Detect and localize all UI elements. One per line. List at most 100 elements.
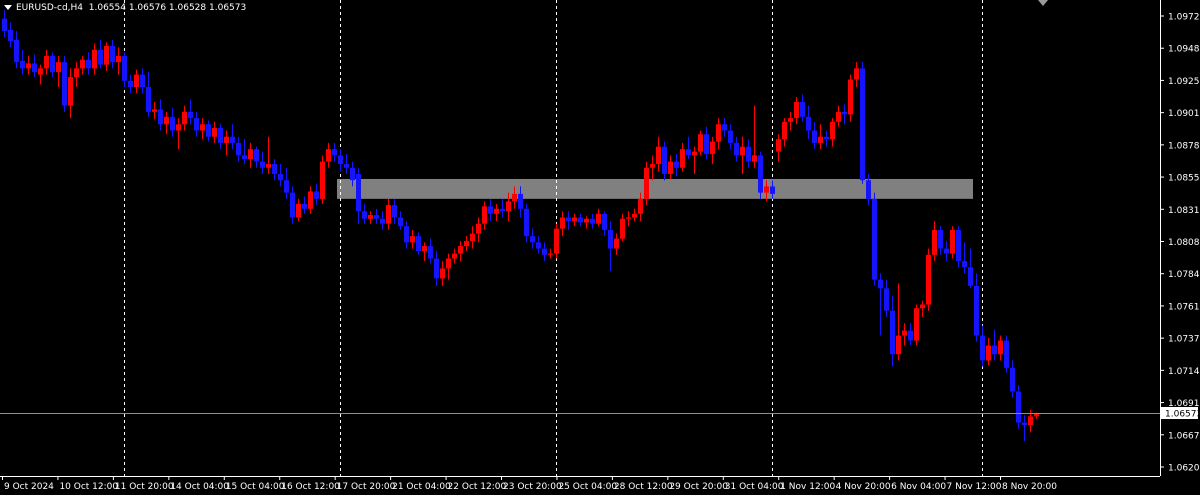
candle-body <box>968 267 973 286</box>
candle-body <box>698 134 703 152</box>
candle-body <box>656 146 661 165</box>
candle-body <box>854 68 859 80</box>
candle-body <box>806 116 811 131</box>
candle-body <box>800 101 805 117</box>
candle-body <box>296 203 301 218</box>
candle-body <box>812 130 817 143</box>
candle-body <box>206 124 211 137</box>
candle-body <box>740 146 745 156</box>
price-tick-label: 1.06675 <box>1168 431 1200 441</box>
shift-marker-icon[interactable] <box>1038 0 1048 6</box>
candle-body <box>536 242 541 249</box>
candle-body <box>128 80 133 87</box>
candle-body <box>752 155 757 162</box>
candle-body <box>548 253 553 255</box>
candle-body <box>476 223 481 234</box>
zone-rect <box>337 178 973 199</box>
candle-body <box>236 142 241 156</box>
candle-body <box>248 149 253 160</box>
time-tick-label: 10 Oct 12:00 <box>59 482 118 492</box>
candle-body <box>8 29 13 42</box>
candle-body <box>770 186 775 194</box>
candle-body <box>638 198 643 214</box>
price-tick-label: 1.07845 <box>1168 270 1200 280</box>
candle-body <box>614 238 619 249</box>
candle-body <box>860 68 865 181</box>
price-tag-label: 1.06573 <box>1165 410 1200 420</box>
price-tick-label: 1.07375 <box>1168 335 1200 345</box>
candle-body <box>902 330 907 336</box>
candle-body <box>914 308 919 341</box>
time-tick-label: 28 Oct 12:00 <box>614 482 673 492</box>
price-tick-label: 1.09015 <box>1168 109 1200 119</box>
candle-body <box>176 124 181 131</box>
candle-body <box>758 155 763 193</box>
candle-body <box>26 63 31 69</box>
candle-body <box>110 45 115 63</box>
candle-body <box>224 136 229 143</box>
candle-body <box>98 49 103 65</box>
candle-body <box>578 217 583 223</box>
candle-body <box>500 208 505 212</box>
time-tick-label: 15 Oct 04:00 <box>226 482 285 492</box>
candle-body <box>458 246 463 254</box>
candle-body <box>254 149 259 162</box>
candle-body <box>338 155 343 165</box>
time-tick-label: 29 Oct 20:00 <box>669 482 728 492</box>
candle-body <box>182 111 187 125</box>
candle <box>320 155 325 204</box>
candle-body <box>878 279 883 289</box>
candle-body <box>32 63 37 73</box>
ohlc-values: 1.06554 1.06576 1.06528 1.06573 <box>88 3 247 13</box>
price-tick-label: 1.08080 <box>1168 238 1200 248</box>
dropdown-triangle-icon[interactable] <box>4 5 12 10</box>
candle-body <box>50 55 55 73</box>
candle-body <box>404 226 409 243</box>
candle-body <box>302 203 307 209</box>
candle-body <box>350 167 355 181</box>
candle-body <box>650 164 655 168</box>
candle-body <box>890 310 895 355</box>
candle-body <box>1010 367 1015 392</box>
candle-body <box>68 77 73 106</box>
time-tick-label: 11 Oct 20:00 <box>115 482 174 492</box>
price-tick-label: 1.09250 <box>1168 77 1200 87</box>
candle-body <box>146 86 151 112</box>
candle-body <box>356 173 361 212</box>
candle-body <box>158 109 163 125</box>
candle-body <box>200 124 205 131</box>
candle-body <box>440 268 445 279</box>
candle-body <box>1028 416 1033 426</box>
time-tick-label: 1 Nov 12:00 <box>780 482 835 492</box>
candle-body <box>38 68 43 75</box>
chart-header[interactable]: EURUSD-cd,H4 1.06554 1.06576 1.06528 1.0… <box>4 3 246 13</box>
candle-body <box>374 215 379 219</box>
candle-body <box>170 116 175 131</box>
candle-body <box>962 260 967 268</box>
candle-body <box>776 139 781 152</box>
candle-body <box>272 164 277 174</box>
candle-body <box>212 128 217 137</box>
candle-body <box>266 164 271 168</box>
candle-body <box>164 116 169 125</box>
candle-body <box>470 233 475 242</box>
price-chart[interactable]: 1.09720 1.09485 1.09250 1.09015 1.08780 1.085… <box>0 0 1200 495</box>
candle-body <box>446 258 451 269</box>
candle-body <box>218 128 223 143</box>
candle-body <box>692 151 697 156</box>
time-tick-label: 17 Oct 20:00 <box>337 482 396 492</box>
candle-body <box>452 253 457 259</box>
time-tick-label: 16 Oct 12:00 <box>281 482 340 492</box>
candle-body <box>554 228 559 254</box>
candle-body <box>746 146 751 162</box>
candle-body <box>938 229 943 249</box>
candle-body <box>662 146 667 174</box>
price-tick-label: 1.07143 <box>1168 367 1200 377</box>
time-tick-label: 14 Oct 04:00 <box>170 482 229 492</box>
candle-body <box>92 49 97 69</box>
candle-body <box>986 345 991 361</box>
candle-body <box>506 201 511 212</box>
candle-body <box>722 124 727 131</box>
candle-body <box>584 218 589 223</box>
candle-body <box>728 130 733 143</box>
